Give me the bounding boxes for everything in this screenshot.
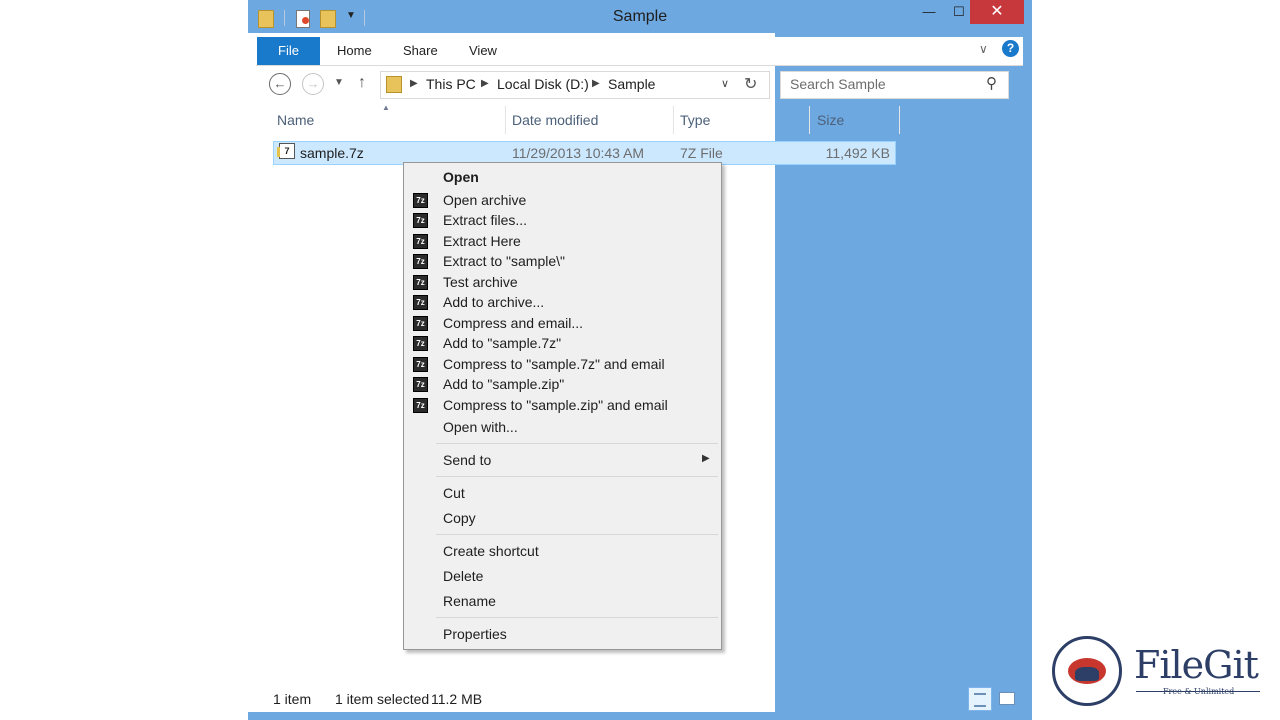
seven-zip-icon: 7z: [413, 377, 428, 392]
seven-zip-icon: 7z: [413, 295, 428, 310]
refresh-icon[interactable]: ↻: [744, 74, 757, 94]
submenu-arrow-icon: ▶: [702, 453, 710, 464]
details-view-icon[interactable]: [968, 687, 992, 711]
seven-zip-icon: 7z: [413, 316, 428, 331]
menu-item-open-archive[interactable]: Open archive: [443, 192, 526, 208]
menu-item-extract-files[interactable]: Extract files...: [443, 212, 527, 228]
menu-item-test-archive[interactable]: Test archive: [443, 274, 518, 290]
seven-zip-icon: 7z: [413, 234, 428, 249]
tab-home[interactable]: Home: [337, 37, 372, 65]
column-header-name[interactable]: Name: [277, 112, 314, 128]
menu-item-add-to-7z[interactable]: Add to "sample.7z": [443, 335, 561, 351]
seven-zip-icon: 7z: [413, 275, 428, 290]
forward-button[interactable]: →: [302, 73, 324, 95]
tab-file[interactable]: File: [257, 37, 320, 65]
menu-item-compress-7z-email[interactable]: Compress to "sample.7z" and email: [443, 356, 665, 372]
seven-zip-icon: 7z: [413, 254, 428, 269]
status-size: 11.2 MB: [431, 691, 483, 707]
menu-separator: [436, 534, 718, 535]
menu-item-copy[interactable]: Copy: [443, 510, 476, 526]
up-button[interactable]: ↑: [358, 74, 366, 92]
menu-item-delete[interactable]: Delete: [443, 568, 483, 584]
brand-name: FileGit: [1134, 643, 1259, 687]
brand-tagline: Free & Unlimited: [1163, 687, 1235, 696]
close-button[interactable]: ✕: [970, 0, 1024, 24]
menu-item-compress-zip-email[interactable]: Compress to "sample.zip" and email: [443, 397, 668, 413]
file-type: 7Z File: [680, 145, 723, 161]
menu-item-extract-to[interactable]: Extract to "sample\": [443, 253, 565, 269]
column-divider[interactable]: [505, 106, 506, 134]
menu-item-send-to[interactable]: Send to: [443, 452, 491, 468]
menu-item-add-to-archive[interactable]: Add to archive...: [443, 294, 544, 310]
breadcrumb-sample[interactable]: Sample: [608, 76, 655, 92]
menu-item-properties[interactable]: Properties: [443, 626, 507, 642]
menu-separator: [436, 476, 718, 477]
search-input[interactable]: Search Sample: [790, 76, 886, 92]
seven-zip-icon: 7z: [413, 357, 428, 372]
chevron-right-icon[interactable]: ▶: [592, 78, 600, 89]
status-selection: 1 item selected: [335, 691, 430, 707]
seven-zip-icon: 7z: [413, 398, 428, 413]
menu-item-compress-email[interactable]: Compress and email...: [443, 315, 583, 331]
tab-share[interactable]: Share: [403, 37, 438, 65]
sort-ascending-icon: ▲: [382, 103, 390, 112]
menu-item-rename[interactable]: Rename: [443, 593, 496, 609]
file-name[interactable]: sample.7z: [300, 145, 364, 161]
tab-view[interactable]: View: [469, 37, 497, 65]
recent-locations-icon[interactable]: ▼: [334, 77, 344, 88]
column-divider[interactable]: [673, 106, 674, 134]
menu-item-cut[interactable]: Cut: [443, 485, 465, 501]
archive-file-icon: 7: [277, 143, 295, 159]
chevron-right-icon[interactable]: ▶: [481, 78, 489, 89]
large-icons-view-icon[interactable]: [999, 692, 1015, 705]
seven-zip-icon: 7z: [413, 193, 428, 208]
chevron-down-icon[interactable]: ∨: [979, 42, 988, 56]
column-header-size[interactable]: Size: [817, 112, 844, 128]
menu-item-open-with[interactable]: Open with...: [443, 419, 518, 435]
status-item-count: 1 item: [273, 691, 312, 707]
breadcrumb-local-disk[interactable]: Local Disk (D:): [497, 76, 589, 92]
seven-zip-icon: 7z: [413, 336, 428, 351]
file-date: 11/29/2013 10:43 AM: [512, 145, 645, 161]
menu-separator: [436, 617, 718, 618]
search-icon[interactable]: ⚲: [986, 74, 997, 92]
file-size: 11,492 KB: [825, 145, 890, 161]
back-button[interactable]: ←: [269, 73, 291, 95]
column-divider[interactable]: [809, 106, 810, 134]
menu-item-extract-here[interactable]: Extract Here: [443, 233, 521, 249]
chevron-right-icon[interactable]: ▶: [410, 78, 418, 89]
seven-zip-icon: 7z: [413, 213, 428, 228]
help-icon[interactable]: ?: [1002, 40, 1019, 57]
menu-item-create-shortcut[interactable]: Create shortcut: [443, 543, 539, 559]
menu-separator: [436, 443, 718, 444]
folder-icon: [386, 76, 402, 93]
column-header-date[interactable]: Date modified: [512, 112, 598, 128]
column-divider[interactable]: [899, 106, 900, 134]
menu-item-open[interactable]: Open: [443, 169, 479, 185]
column-header-type[interactable]: Type: [680, 112, 710, 128]
minimize-button[interactable]: —: [912, 0, 946, 24]
breadcrumb-this-pc[interactable]: This PC: [426, 76, 476, 92]
brand-logo: [1052, 636, 1122, 706]
address-dropdown-icon[interactable]: ∨: [721, 77, 729, 90]
menu-item-add-to-zip[interactable]: Add to "sample.zip": [443, 376, 564, 392]
